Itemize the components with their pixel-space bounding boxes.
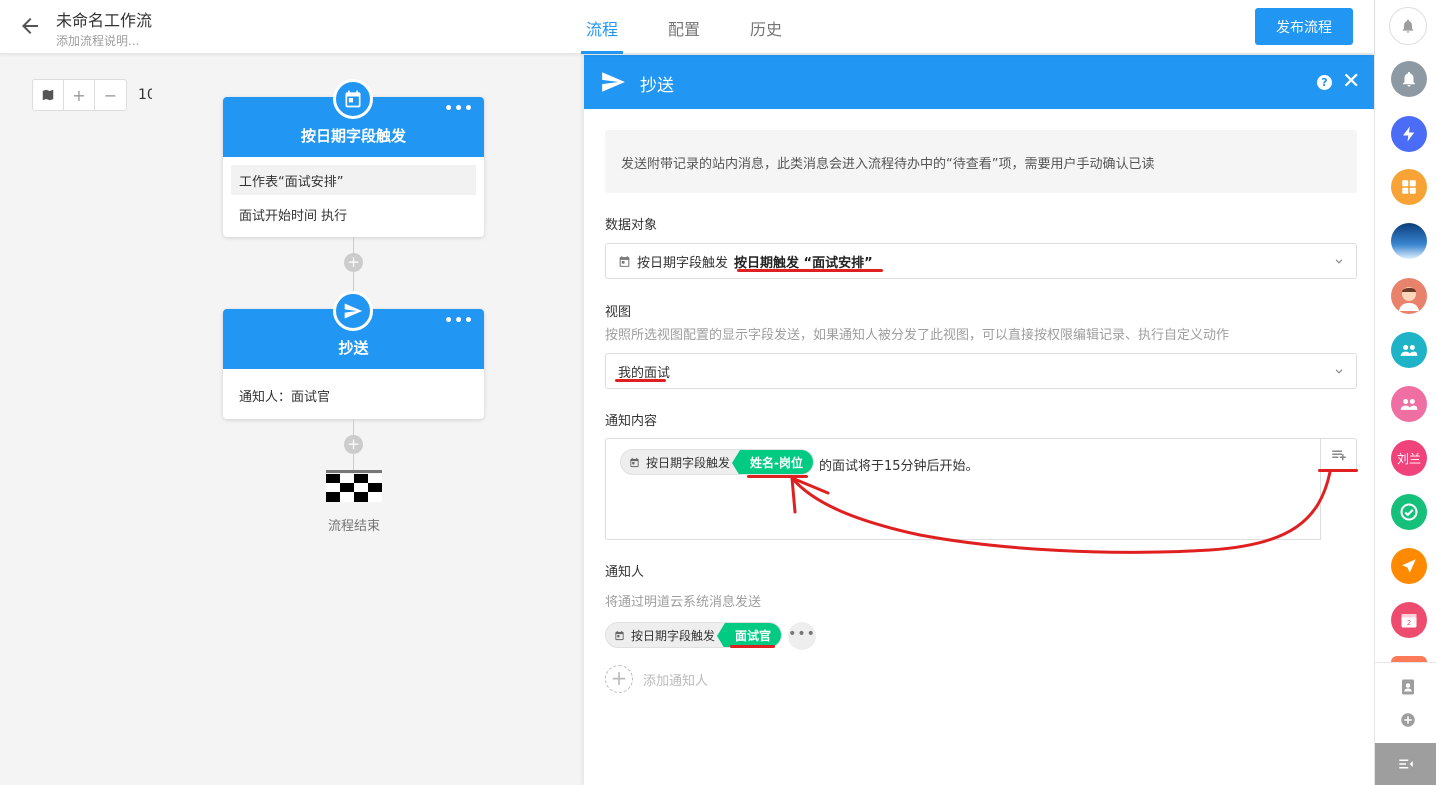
group-icon[interactable] bbox=[1391, 386, 1427, 422]
cc-node-header: 抄送 ••• bbox=[223, 291, 484, 369]
user-avatar-text[interactable]: 刘兰 bbox=[1391, 440, 1427, 476]
plus-icon: + bbox=[605, 665, 633, 693]
data-object-label: 数据对象 bbox=[605, 218, 658, 233]
help-icon[interactable]: ? bbox=[1317, 75, 1332, 90]
cc-node-more-icon[interactable]: ••• bbox=[444, 309, 474, 333]
add-notifier-button[interactable]: + 添加通知人 bbox=[605, 665, 708, 693]
panel-tip: 发送附带记录的站内消息，此类消息会进入流程待办中的“待查看”项，需要用户手动确认… bbox=[605, 130, 1357, 193]
avatar-icon[interactable] bbox=[1391, 278, 1427, 314]
tab-config[interactable]: 配置 bbox=[668, 16, 700, 40]
chip-source: 按日期字段触发 bbox=[646, 455, 731, 470]
top-header: 未命名工作流 添加流程说明... 流程 配置 历史 发布流程 bbox=[0, 0, 1374, 54]
collapse-sidebar-button[interactable] bbox=[1375, 743, 1436, 785]
content-label: 通知内容 bbox=[605, 414, 658, 429]
zoom-out-button[interactable]: − bbox=[95, 80, 126, 110]
panel-title: 抄送 bbox=[640, 76, 674, 96]
trigger-node[interactable]: 按日期字段触发 ••• 工作表“面试安排” 面试开始时间 执行 bbox=[223, 79, 484, 237]
view-description: 按照所选视图配置的显示字段发送，如果通知人被分发了此视图，可以直接按权限编辑记录… bbox=[605, 328, 1230, 343]
cc-node-notifier: 通知人：面试官 bbox=[239, 390, 331, 405]
collapse-icon bbox=[1399, 759, 1413, 769]
back-arrow-icon[interactable] bbox=[18, 14, 42, 38]
content-editor[interactable]: 按日期字段触发 姓名-岗位 的面试将于15分钟后开始。 bbox=[605, 438, 1321, 540]
chip-field: 姓名-岗位 bbox=[732, 450, 813, 474]
workflow-title[interactable]: 未命名工作流 bbox=[56, 7, 152, 31]
annotation-underline bbox=[737, 269, 883, 272]
notifier-description: 将通过明道云系统消息发送 bbox=[605, 595, 762, 610]
notifier-label: 通知人 bbox=[605, 565, 645, 580]
annotation-underline bbox=[1318, 469, 1358, 472]
send-icon bbox=[602, 72, 625, 92]
trigger-node-title: 按日期字段触发 bbox=[300, 127, 406, 145]
chip-field: 面试官 bbox=[717, 623, 782, 647]
trigger-node-worksheet: 工作表“面试安排” bbox=[231, 165, 476, 195]
right-sidebar: 刘兰 2 bbox=[1374, 0, 1436, 785]
calendar-icon bbox=[630, 457, 639, 467]
annotation-underline bbox=[615, 379, 666, 382]
zoom-in-button[interactable]: + bbox=[64, 80, 95, 110]
cc-config-panel: 抄送 ? ✕ 发送附带记录的站内消息，此类消息会进入流程待办中的“待查看”项，需… bbox=[584, 55, 1374, 785]
group-icon[interactable] bbox=[1391, 332, 1427, 368]
landscape-icon[interactable] bbox=[1391, 223, 1427, 259]
view-select[interactable]: 我的面试 bbox=[605, 353, 1357, 389]
calendar-icon bbox=[619, 255, 630, 267]
field-chip[interactable]: 按日期字段触发 姓名-岗位 bbox=[620, 449, 814, 475]
trigger-node-more-icon[interactable]: ••• bbox=[444, 97, 474, 121]
view-label: 视图 bbox=[605, 305, 632, 320]
cc-node-title: 抄送 bbox=[338, 339, 369, 357]
calendar-day: 2 bbox=[1407, 619, 1411, 627]
trigger-node-header: 按日期字段触发 ••• bbox=[223, 79, 484, 157]
add-node-button[interactable]: + bbox=[344, 253, 363, 272]
insert-field-button[interactable] bbox=[1320, 438, 1357, 472]
publish-button[interactable]: 发布流程 bbox=[1255, 8, 1353, 45]
bell-icon[interactable] bbox=[1391, 61, 1427, 97]
data-object-source: 按日期字段触发 bbox=[637, 255, 729, 271]
chevron-down-icon bbox=[1335, 259, 1343, 264]
data-object-value: 按日期触发 “面试安排” bbox=[734, 255, 873, 271]
sparkle-icon[interactable] bbox=[1391, 116, 1427, 152]
send-icon bbox=[333, 291, 373, 331]
add-chat-icon[interactable] bbox=[1399, 711, 1417, 729]
tab-flow[interactable]: 流程 bbox=[586, 16, 618, 40]
chip-source: 按日期字段触发 bbox=[631, 628, 716, 643]
notifier-more-icon[interactable]: ••• bbox=[788, 622, 816, 650]
check-icon[interactable] bbox=[1391, 494, 1427, 530]
calendar-icon[interactable]: 2 bbox=[1391, 602, 1427, 638]
zoom-controls: + − bbox=[32, 79, 127, 111]
contacts-icon[interactable] bbox=[1399, 678, 1417, 696]
add-notifier-label: 添加通知人 bbox=[643, 673, 709, 689]
calendar-icon bbox=[333, 79, 373, 119]
cc-node[interactable]: 抄送 ••• 通知人：面试官 bbox=[223, 291, 484, 419]
flow-canvas: + − 10 按日期字段触发 ••• 工作表“面试安排” 面试开始时间 执行 +… bbox=[0, 55, 584, 785]
zoom-level: 10 bbox=[138, 87, 152, 103]
annotation-underline bbox=[747, 475, 808, 478]
send-icon[interactable] bbox=[1391, 548, 1427, 584]
content-text[interactable]: 的面试将于15分钟后开始。 bbox=[819, 455, 979, 474]
grid-icon[interactable] bbox=[1391, 169, 1427, 205]
annotation-underline bbox=[730, 645, 775, 648]
flow-end-label: 流程结束 bbox=[327, 519, 380, 534]
panel-header: 抄送 ? ✕ bbox=[584, 55, 1374, 109]
active-tab-indicator bbox=[581, 51, 623, 54]
data-object-select[interactable]: 按日期字段触发 按日期触发 “面试安排” bbox=[605, 243, 1357, 279]
workflow-description[interactable]: 添加流程说明... bbox=[56, 32, 139, 49]
view-value: 我的面试 bbox=[618, 365, 671, 381]
finish-flag-icon bbox=[326, 470, 382, 502]
sidebar-divider bbox=[1375, 662, 1436, 663]
insert-field-icon bbox=[1331, 450, 1346, 461]
map-icon[interactable] bbox=[33, 80, 64, 110]
trigger-node-field: 面试开始时间 执行 bbox=[239, 209, 348, 224]
add-node-button[interactable]: + bbox=[344, 435, 363, 454]
calendar-icon bbox=[615, 630, 624, 640]
notification-bell-icon[interactable] bbox=[1389, 7, 1427, 45]
close-icon[interactable]: ✕ bbox=[1342, 71, 1360, 93]
chevron-down-icon bbox=[1335, 369, 1343, 374]
tab-history[interactable]: 历史 bbox=[750, 16, 782, 40]
